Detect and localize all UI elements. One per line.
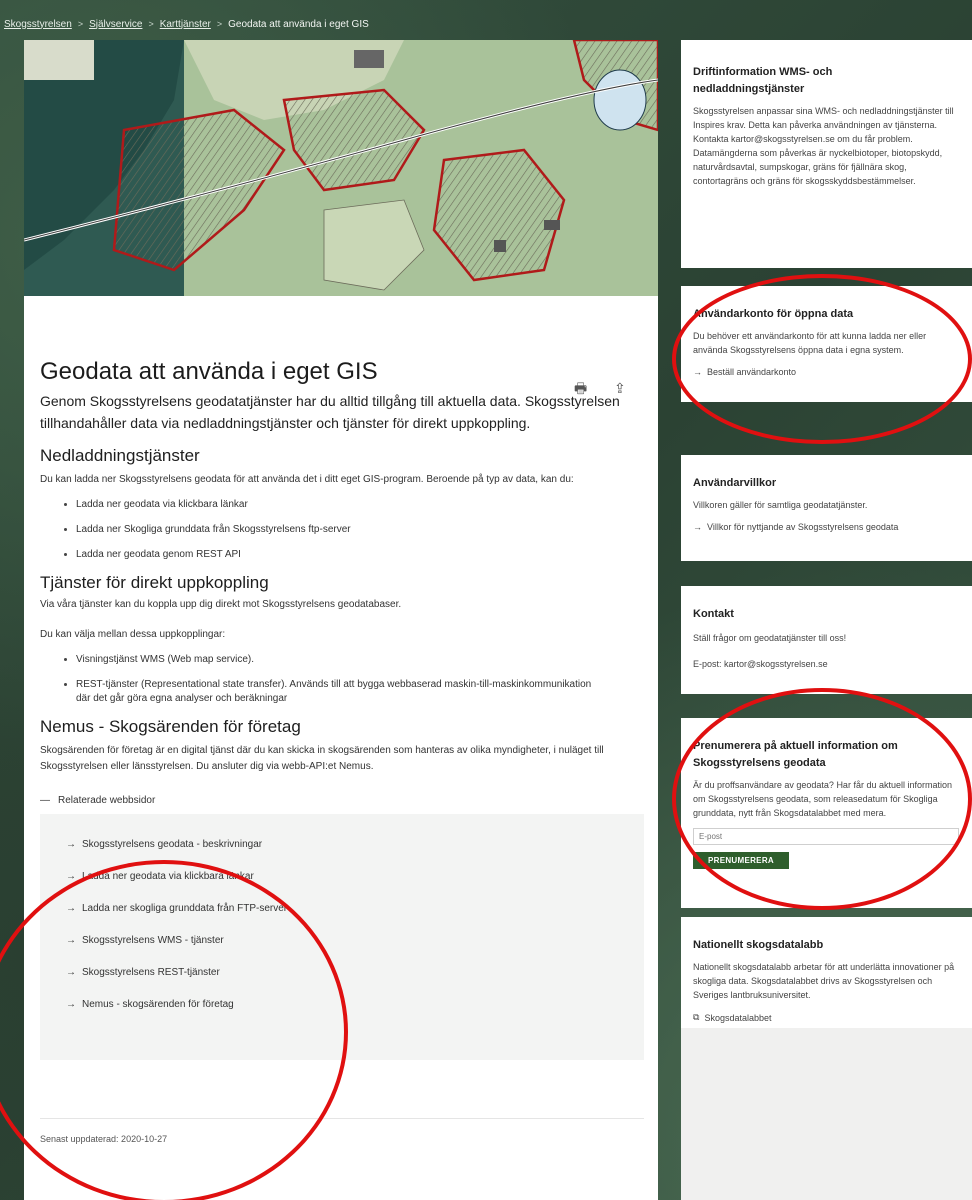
print-icon[interactable]: 🖶 [574, 380, 590, 396]
external-link-icon: ⧉ [693, 1012, 700, 1022]
hero-map-image [24, 40, 658, 296]
heading-direct: Tjänster för direkt uppkoppling [40, 573, 269, 592]
arrow-right-icon: → [66, 838, 76, 850]
list-item: Visningstjänst WMS (Web map service). [64, 653, 642, 667]
page-title: Geodata att använda i eget GIS [40, 358, 378, 385]
arrow-right-icon: → [693, 367, 702, 377]
list-item: Ladda ner Skogliga grunddata från Skogss… [64, 523, 642, 537]
share-icon[interactable]: ⇪ [614, 380, 630, 396]
data-lab-title: Nationellt skogsdatalabb [693, 939, 824, 951]
related-link[interactable]: → Ladda ner skogliga grunddata från FTP-s… [66, 892, 644, 924]
heading-nemus: Nemus - Skogsärenden för företag [40, 717, 301, 736]
related-link[interactable]: → Skogsstyrelsens geodata - beskrivningar [66, 828, 644, 860]
sidebar-filler [681, 1028, 972, 1200]
related-link[interactable]: → Skogsstyrelsens REST-tjänster [66, 956, 644, 988]
article-tools: 🖶 ⇪ [574, 380, 630, 396]
terms-title: Användarvillkor [693, 477, 777, 489]
arrow-right-icon: → [66, 966, 76, 978]
direct-body-1: Via våra tjänster kan du koppla upp dig … [40, 599, 402, 610]
lead-paragraph: Genom Skogsstyrelsens geodatatjänster ha… [40, 393, 620, 431]
breadcrumb-item-skogsstyrelsen[interactable]: Skogsstyrelsen [4, 19, 72, 30]
direct-list: Visningstjänst WMS (Web map service). RE… [40, 653, 642, 706]
related-link[interactable]: → Nemus - skogsärenden för företag [66, 988, 644, 1020]
account-card: Användarkonto för öppna data Du behöver … [681, 286, 972, 402]
terms-card: Användarvillkor Villkoren gäller för sam… [681, 455, 972, 561]
arrow-right-icon: → [66, 998, 76, 1010]
breadcrumb-item-sjalvservice[interactable]: Självservice [89, 19, 142, 30]
terms-link[interactable]: → Villkor för nyttjande av Skogsstyrelsen… [693, 522, 960, 532]
subscribe-card: Prenumerera på aktuell information om Sk… [681, 718, 972, 908]
arrow-right-icon: → [66, 870, 76, 882]
list-item: Ladda ner geodata genom REST API [64, 548, 642, 562]
direct-body-2: Du kan välja mellan dessa uppkopplingar: [40, 629, 226, 640]
nemus-body: Skogsärenden för företag är en digital t… [40, 745, 604, 772]
drift-info-card: Driftinformation WMS- och nedladdningstj… [681, 40, 972, 268]
account-body: Du behöver ett användarkonto för att kun… [693, 331, 927, 355]
drift-info-title: Driftinformation WMS- och nedladdningstj… [693, 66, 833, 95]
order-account-link[interactable]: → Beställ användarkonto [693, 367, 960, 377]
related-links-box: → Skogsstyrelsens geodata - beskrivningar… [40, 814, 644, 1060]
breadcrumb: Skogsstyrelsen > Självservice > Karttjän… [0, 0, 972, 36]
data-lab-body: Nationellt skogsdatalabb arbetar för att… [693, 962, 955, 1000]
contact-title: Kontakt [693, 608, 734, 620]
map-illustration [24, 40, 658, 296]
breadcrumb-separator: > [77, 19, 84, 29]
breadcrumb-separator: > [216, 19, 223, 29]
breadcrumb-current: Geodata att använda i eget GIS [228, 18, 369, 30]
download-list: Ladda ner geodata via klickbara länkar L… [40, 498, 642, 562]
collapse-icon: — [40, 795, 50, 806]
related-pages-toggle[interactable]: — Relaterade webbsidor [40, 795, 642, 806]
related-link[interactable]: → Skogsstyrelsens WMS - tjänster [66, 924, 644, 956]
data-lab-link[interactable]: ⧉ Skogsdatalabbet [693, 1012, 960, 1023]
contact-card: Kontakt Ställ frågor om geodatatjänster … [681, 586, 972, 694]
account-title: Användarkonto för öppna data [693, 308, 854, 320]
breadcrumb-separator: > [148, 19, 154, 29]
contact-email[interactable]: E-post: kartor@skogsstyrelsen.se [693, 657, 960, 671]
subscribe-button[interactable]: PRENUMERERA [693, 852, 789, 869]
subscribe-title: Prenumerera på aktuell information om Sk… [693, 740, 898, 769]
breadcrumb-item-karttjanster[interactable]: Karttjänster [160, 19, 211, 30]
drift-info-body: Skogsstyrelsen anpassar sina WMS- och ne… [693, 106, 954, 186]
last-updated: Senast uppdaterad: 2020-10-27 [40, 1134, 168, 1144]
list-item: REST-tjänster (Representational state tr… [64, 678, 604, 706]
download-body: Du kan ladda ner Skogsstyrelsens geodata… [40, 474, 574, 485]
arrow-right-icon: → [693, 522, 702, 532]
arrow-right-icon: → [66, 902, 76, 914]
divider [40, 1118, 644, 1119]
terms-body: Villkoren gäller för samtliga geodatatjä… [693, 500, 868, 510]
data-lab-card: Nationellt skogsdatalabb Nationellt skog… [681, 917, 972, 1028]
related-link[interactable]: → Ladda ner geodata via klickbara länkar [66, 860, 644, 892]
email-field[interactable] [693, 828, 959, 845]
article-content: 🖶 ⇪ Geodata att använda i eget GIS Genom… [24, 358, 658, 1144]
arrow-right-icon: → [66, 934, 76, 946]
list-item: Ladda ner geodata via klickbara länkar [64, 498, 642, 512]
subscribe-body: Är du proffsanvändare av geodata? Har få… [693, 780, 952, 818]
heading-download: Nedladdningstjänster [40, 446, 200, 465]
related-pages-label: Relaterade webbsidor [58, 795, 156, 806]
contact-body: Ställ frågor om geodatatjänster till oss… [693, 633, 847, 643]
main-article: 🖶 ⇪ Geodata att använda i eget GIS Genom… [24, 40, 658, 1200]
